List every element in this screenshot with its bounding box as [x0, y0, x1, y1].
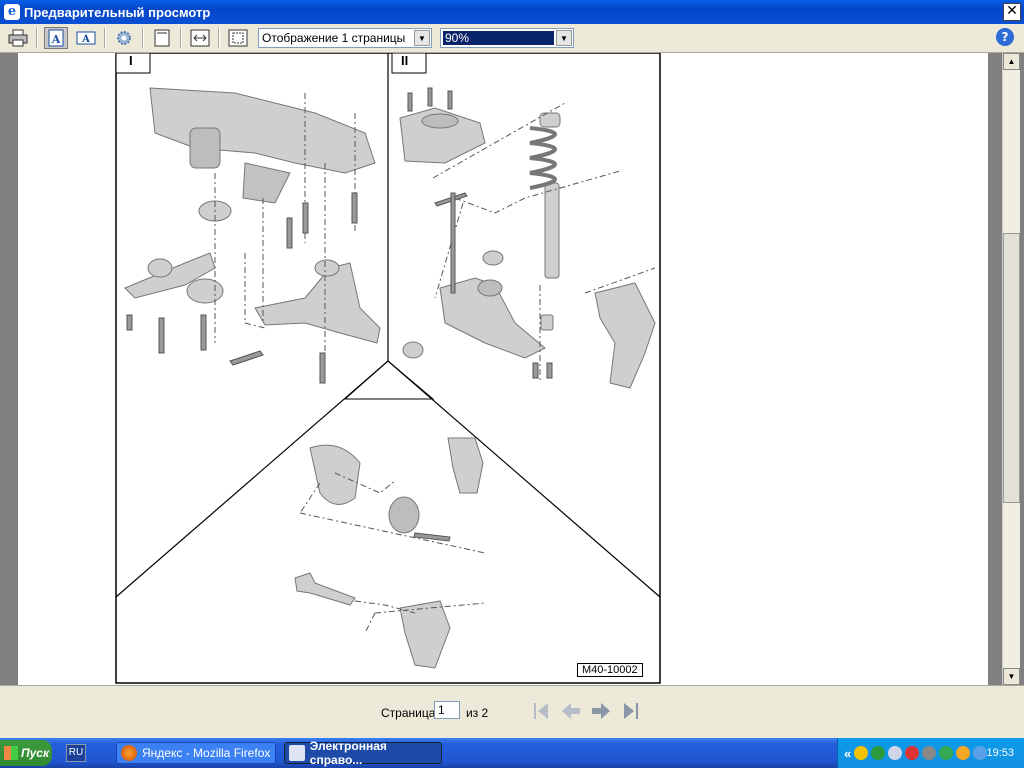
app-window-icon: [289, 745, 305, 761]
view-mode-select[interactable]: Отображение 1 страницы ▼: [258, 28, 432, 48]
firefox-icon: [121, 745, 137, 761]
portrait-page-icon: A: [48, 29, 64, 47]
page-label: Страница: [381, 706, 436, 720]
toolbar: A A Отображение 1 страницы ▼ 90% ▼ ?: [0, 24, 1024, 53]
zoom-value: 90%: [443, 31, 554, 45]
page-count-label: из 2: [466, 706, 489, 720]
vertical-scrollbar[interactable]: ▲ ▼: [1002, 53, 1020, 685]
scroll-thumb[interactable]: [1003, 233, 1020, 503]
landscape-page-icon: A: [76, 31, 96, 45]
page-number-input[interactable]: 1: [434, 701, 460, 719]
ie-icon: e: [4, 4, 20, 20]
fit-width-button[interactable]: [188, 27, 212, 49]
chevron-down-icon[interactable]: ▼: [414, 30, 430, 46]
title-bar: e Предварительный просмотр ✕: [0, 0, 1024, 24]
window-title: Предварительный просмотр: [24, 4, 211, 20]
preview-area: I II M40-10002 ▲ ▼: [0, 53, 1024, 685]
task-label: Яндекс - Mozilla Firefox: [142, 746, 271, 760]
taskbar: Пуск RU Яндекс - Mozilla Firefox Электро…: [0, 738, 1024, 768]
task-label: Электронная справо...: [309, 739, 387, 767]
tray-app-icon[interactable]: [854, 746, 869, 760]
toolbar-separator: [104, 28, 106, 48]
help-button[interactable]: ?: [996, 28, 1014, 46]
tray-expand-button[interactable]: «: [844, 746, 851, 761]
zoom-select[interactable]: 90% ▼: [440, 28, 574, 48]
task-reference[interactable]: Электронная справо...: [284, 739, 442, 767]
next-page-icon[interactable]: [590, 700, 612, 722]
section-label-2: II: [401, 53, 409, 68]
page-navigator: Страница 1 из 2: [0, 685, 1024, 738]
toolbar-separator: [218, 28, 220, 48]
tray-app-icon[interactable]: [922, 746, 937, 760]
volume-icon[interactable]: [888, 746, 903, 760]
toolbar-separator: [180, 28, 182, 48]
tray-app-icon[interactable]: [956, 746, 971, 760]
close-button[interactable]: ✕: [1003, 3, 1021, 21]
task-firefox[interactable]: Яндекс - Mozilla Firefox: [116, 742, 276, 764]
svg-text:A: A: [81, 34, 90, 45]
page-setup-button[interactable]: [112, 27, 136, 49]
view-mode-value: Отображение 1 страницы: [262, 31, 406, 45]
tray-app-icon[interactable]: [871, 746, 886, 760]
start-label: Пуск: [21, 746, 50, 760]
gear-icon: [117, 31, 131, 45]
last-page-icon[interactable]: [620, 700, 642, 722]
toolbar-separator: [36, 28, 38, 48]
full-page-icon: [154, 29, 170, 47]
previous-page-icon[interactable]: [560, 700, 582, 722]
fit-page-button[interactable]: [226, 27, 250, 49]
svg-text:A: A: [51, 33, 61, 46]
clock: 19:53: [986, 747, 1014, 759]
reference-code: M40-10002: [577, 663, 643, 677]
section-label-1: I: [129, 53, 133, 68]
fit-width-icon: [190, 29, 210, 47]
windows-flag-icon: [4, 746, 18, 760]
print-button[interactable]: [6, 27, 30, 49]
tray-app-icon[interactable]: [939, 746, 954, 760]
full-page-button[interactable]: [150, 27, 174, 49]
chevron-down-icon[interactable]: ▼: [556, 30, 572, 46]
portrait-button[interactable]: A: [44, 27, 68, 49]
fit-page-icon: [228, 29, 248, 47]
scroll-up-icon[interactable]: ▲: [1003, 53, 1020, 70]
language-indicator[interactable]: RU: [66, 744, 86, 762]
printer-icon: [8, 29, 28, 47]
first-page-icon[interactable]: [530, 700, 552, 722]
preview-page: I II M40-10002: [18, 53, 988, 685]
scroll-down-icon[interactable]: ▼: [1003, 668, 1020, 685]
toolbar-separator: [142, 28, 144, 48]
system-tray: « 19:53: [837, 738, 1024, 768]
start-button[interactable]: Пуск: [0, 740, 52, 766]
landscape-button[interactable]: A: [74, 27, 98, 49]
network-icon[interactable]: [905, 746, 920, 760]
tray-app-icon[interactable]: [973, 746, 988, 760]
suspension-diagram: I II M40-10002: [115, 53, 661, 684]
